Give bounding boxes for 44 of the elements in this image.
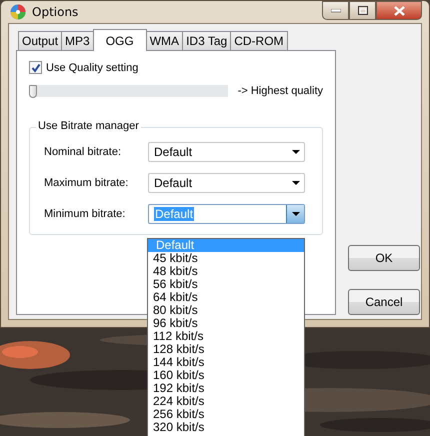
caret-icon bbox=[292, 212, 300, 216]
dropdown-option[interactable]: 48 kbit/s bbox=[148, 265, 304, 278]
dropdown-option[interactable]: 96 kbit/s bbox=[148, 317, 304, 330]
dropdown-option[interactable]: 64 kbit/s bbox=[148, 291, 304, 304]
dropdown-option[interactable]: 80 kbit/s bbox=[148, 304, 304, 317]
dropdown-option[interactable]: 144 kbit/s bbox=[148, 356, 304, 369]
dropdown-option[interactable]: 112 kbit/s bbox=[148, 330, 304, 343]
dialog-button[interactable]: Cancel bbox=[348, 289, 420, 315]
slider-label: -> Highest quality bbox=[238, 85, 323, 97]
dropdown-option[interactable]: 192 kbit/s bbox=[148, 382, 304, 395]
minimize-icon bbox=[330, 8, 340, 12]
checkbox[interactable] bbox=[29, 61, 42, 74]
dropdown-option[interactable]: 56 kbit/s bbox=[148, 278, 304, 291]
tab[interactable]: Output bbox=[18, 31, 62, 50]
tab[interactable]: OGG bbox=[92, 29, 147, 51]
caret-icon bbox=[292, 181, 300, 185]
field-label: Minimum bitrate: bbox=[44, 208, 126, 220]
dropdown-option[interactable]: 45 kbit/s bbox=[148, 252, 304, 265]
window-title: Options bbox=[32, 5, 78, 19]
field-label: Nominal bitrate: bbox=[44, 146, 122, 158]
maximize-button[interactable] bbox=[349, 1, 376, 20]
checkbox-label: Use Quality setting bbox=[46, 62, 138, 74]
tab[interactable]: ID3 Tag bbox=[182, 31, 232, 50]
tab[interactable]: WMA bbox=[146, 31, 184, 50]
close-icon bbox=[394, 6, 404, 16]
app-icon bbox=[10, 4, 26, 20]
tab[interactable]: MP3 bbox=[61, 31, 94, 50]
dropdown-option[interactable]: 320 kbit/s bbox=[148, 421, 304, 434]
minimize-button[interactable] bbox=[322, 1, 349, 20]
dropdown-option[interactable]: 224 kbit/s bbox=[148, 395, 304, 408]
maximize-icon bbox=[358, 6, 368, 15]
dialog-button[interactable]: OK bbox=[348, 245, 420, 271]
dropdown-option[interactable]: 256 kbit/s bbox=[148, 408, 304, 421]
tab[interactable]: CD-ROM bbox=[230, 31, 288, 50]
dropdown-option[interactable]: 128 kbit/s bbox=[148, 343, 304, 356]
group-title: Use Bitrate manager bbox=[36, 120, 141, 132]
field-label: Maximum bitrate: bbox=[44, 177, 130, 189]
caret-icon bbox=[292, 150, 300, 154]
slider-thumb[interactable] bbox=[29, 85, 37, 98]
close-button[interactable] bbox=[376, 1, 422, 20]
dropdown[interactable]: Default bbox=[148, 173, 305, 193]
slider-track[interactable] bbox=[29, 85, 228, 97]
dropdown-option[interactable]: 160 kbit/s bbox=[148, 369, 304, 382]
dropdown[interactable]: Default bbox=[148, 142, 305, 162]
